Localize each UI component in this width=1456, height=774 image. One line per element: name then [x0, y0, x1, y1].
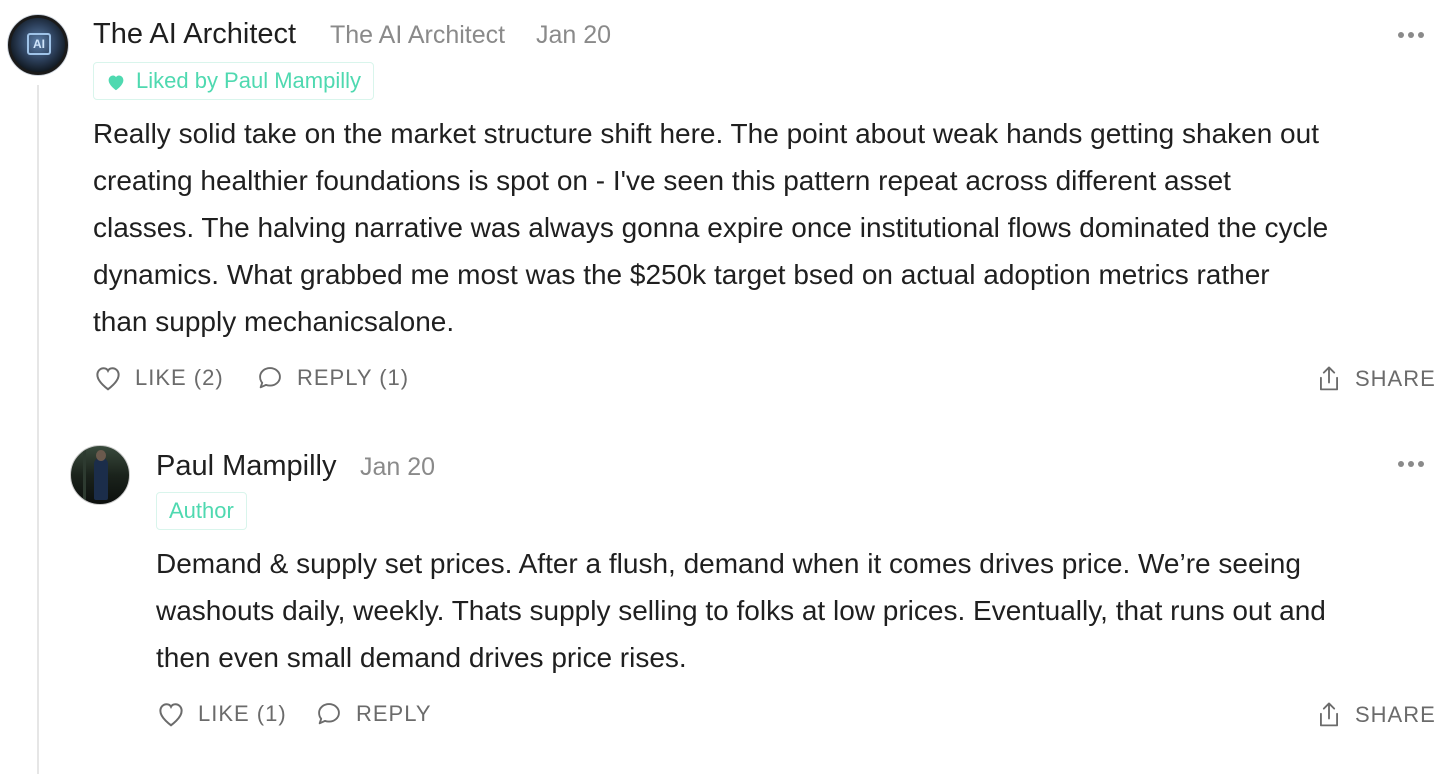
comment-body: Really solid take on the market structur…	[93, 110, 1443, 345]
comment-line: than supply mechanicsalone.	[93, 306, 455, 337]
share-button[interactable]: SHARE	[1315, 364, 1436, 394]
like-label: LIKE (2)	[135, 365, 224, 390]
reply-reply-label: REPLY	[356, 701, 432, 726]
comment-line: classes. The halving narrative was alway…	[93, 212, 1329, 243]
reply-author-name[interactable]: Paul Mampilly	[156, 450, 337, 483]
reply-button[interactable]: REPLY (1)	[255, 364, 409, 392]
comment-line: dynamics. What grabbed me most was the $…	[93, 259, 1270, 290]
more-options-icon[interactable]	[1398, 30, 1426, 40]
heart-outline-icon	[159, 703, 183, 727]
comment-author-name[interactable]: The AI Architect	[93, 18, 296, 51]
reply-share-button[interactable]: SHARE	[1315, 700, 1436, 730]
share-icon	[1320, 366, 1338, 391]
reply-avatar[interactable]	[70, 445, 130, 505]
reply-line: Demand & supply set prices. After a flus…	[156, 548, 1301, 579]
author-badge: Author	[156, 492, 247, 530]
reply-share-label: SHARE	[1355, 702, 1436, 727]
reply-body: Demand & supply set prices. After a flus…	[156, 540, 1446, 681]
reply-reply-button[interactable]: REPLY	[314, 700, 432, 728]
liked-by-badge: Liked by Paul Mampilly	[93, 62, 374, 100]
author-badge-label: Author	[169, 498, 234, 523]
comment-author-handle[interactable]: The AI Architect	[330, 21, 505, 50]
comment-line: creating healthier foundations is spot o…	[93, 165, 1231, 196]
speech-bubble-icon	[318, 703, 340, 725]
reply-date[interactable]: Jan 20	[360, 453, 435, 482]
reply-more-options-icon[interactable]	[1398, 459, 1426, 469]
share-label: SHARE	[1355, 366, 1436, 391]
heart-outline-icon	[96, 367, 120, 391]
like-button[interactable]: LIKE (2)	[93, 364, 224, 392]
ai-architect-logo-icon: AI	[27, 33, 51, 55]
avatar[interactable]: AI	[8, 15, 68, 75]
reply-line: then even small demand drives price rise…	[156, 642, 687, 673]
reply-label: REPLY (1)	[297, 365, 410, 390]
heart-filled-icon	[106, 66, 126, 102]
comment-line: Really solid take on the market structur…	[93, 118, 1319, 149]
reply-line: washouts daily, weekly. Thats supply sel…	[156, 595, 1326, 626]
thread-line	[37, 85, 39, 774]
reply-like-button[interactable]: LIKE (1)	[156, 700, 287, 728]
liked-by-text: Liked by Paul Mampilly	[136, 68, 361, 93]
share-icon	[1320, 702, 1338, 727]
reply-like-label: LIKE (1)	[198, 701, 287, 726]
comment-date[interactable]: Jan 20	[536, 21, 611, 50]
speech-bubble-icon	[259, 367, 281, 389]
